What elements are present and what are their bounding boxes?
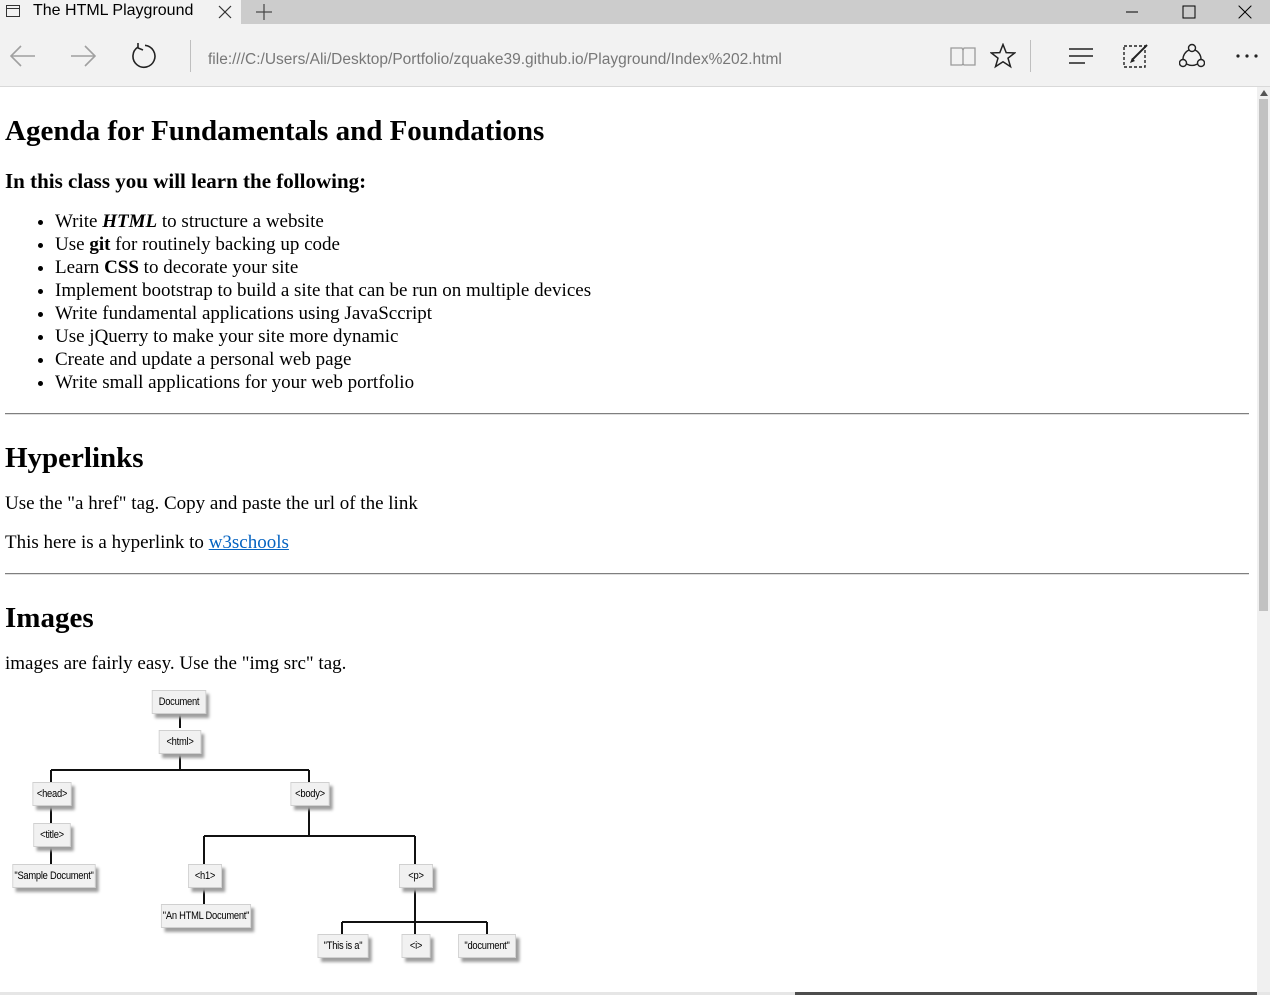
tree-node-text-this-is-a: "This is a"	[317, 934, 369, 958]
more-icon	[1236, 54, 1258, 58]
refresh-button[interactable]	[123, 36, 163, 76]
hyperlinks-text: Use the "a href" tag. Copy and paste the…	[5, 493, 418, 514]
tree-node-title-text: "Sample Document"	[12, 864, 96, 888]
images-heading: Images	[5, 602, 94, 634]
list-item: Write small applications for your web po…	[55, 371, 1249, 394]
navigation-bar: file:///C:/Users/Ali/Desktop/Portfolio/z…	[0, 24, 1270, 87]
tree-node-body: <body>	[290, 782, 330, 806]
maximize-icon	[1182, 5, 1196, 19]
close-window-button[interactable]	[1217, 0, 1270, 24]
tree-node-head: <head>	[32, 782, 72, 806]
maximize-button[interactable]	[1161, 0, 1217, 24]
tree-node-h1: <h1>	[188, 864, 222, 888]
divider	[5, 573, 1249, 575]
separator	[190, 40, 191, 72]
page-icon	[6, 5, 20, 17]
learn-heading: In this class you will learn the followi…	[5, 169, 367, 193]
list-item: Use git for routinely backing up code	[55, 233, 1249, 256]
list-item: Use jQuerry to make your site more dynam…	[55, 325, 1249, 348]
page-content: Agenda for Fundamentals and Foundations …	[0, 113, 1257, 970]
page-viewport: Agenda for Fundamentals and Foundations …	[0, 87, 1257, 992]
web-note-icon	[1123, 44, 1148, 68]
list-item: Learn CSS to decorate your site	[55, 256, 1249, 279]
hub-button[interactable]	[1062, 36, 1102, 76]
browser-tab[interactable]: The HTML Playground	[0, 0, 241, 24]
refresh-icon	[132, 43, 156, 68]
tree-node-text-document: "document"	[458, 934, 516, 958]
hub-lines-icon	[1069, 48, 1093, 64]
back-arrow-icon	[10, 45, 35, 67]
star-icon	[990, 43, 1016, 69]
agenda-heading: Agenda for Fundamentals and Foundations	[5, 115, 545, 147]
scroll-up-arrow-icon[interactable]	[1260, 90, 1268, 96]
hyperlink-paragraph: This here is a hyperlink to w3schools	[5, 532, 289, 553]
web-note-button[interactable]	[1116, 36, 1156, 76]
separator	[1030, 40, 1031, 72]
forward-button[interactable]	[63, 36, 103, 76]
scroll-thumb[interactable]	[1259, 99, 1268, 611]
list-item: Implement bootstrap to build a site that…	[55, 279, 1249, 302]
tab-title: The HTML Playground	[33, 2, 194, 19]
minimize-icon	[1126, 11, 1138, 13]
new-tab-icon[interactable]	[255, 3, 273, 21]
images-text: images are fairly easy. Use the "img src…	[5, 653, 347, 674]
tree-node-i: <i>	[401, 934, 431, 958]
list-item: Create and update a personal web page	[55, 348, 1249, 371]
share-icon	[1179, 43, 1205, 68]
divider	[5, 413, 1249, 415]
tree-node-html: <html>	[158, 730, 202, 754]
list-item: Write fundamental applications using Jav…	[55, 302, 1249, 325]
close-window-icon	[1238, 5, 1252, 19]
list-item: Write HTML to structure a website	[55, 210, 1249, 233]
book-icon	[950, 47, 976, 66]
agenda-list: Write HTML to structure a website Use gi…	[5, 210, 1249, 394]
address-bar[interactable]: file:///C:/Users/Ali/Desktop/Portfolio/z…	[208, 51, 782, 69]
hyperlinks-heading: Hyperlinks	[5, 442, 144, 474]
tab-bar: The HTML Playground	[0, 0, 1270, 24]
favorite-button[interactable]	[983, 36, 1023, 76]
back-button[interactable]	[3, 36, 43, 76]
minimize-button[interactable]	[1104, 0, 1160, 24]
tree-node-document: Document	[151, 690, 207, 714]
w3schools-link[interactable]: w3schools	[209, 532, 289, 553]
tree-node-p: <p>	[399, 864, 433, 888]
tree-connector-lines	[50, 712, 488, 936]
vertical-scrollbar[interactable]	[1257, 87, 1270, 992]
tree-node-h1-text: "An HTML Document"	[160, 904, 252, 928]
share-button[interactable]	[1172, 36, 1212, 76]
reading-view-button[interactable]	[943, 36, 983, 76]
more-button[interactable]	[1227, 36, 1267, 76]
tree-node-title: <title>	[33, 823, 71, 847]
dom-tree-image: Document <html> <head> <body> <title> "S…	[5, 690, 545, 970]
close-tab-icon[interactable]	[217, 4, 233, 20]
forward-arrow-icon	[71, 45, 96, 67]
